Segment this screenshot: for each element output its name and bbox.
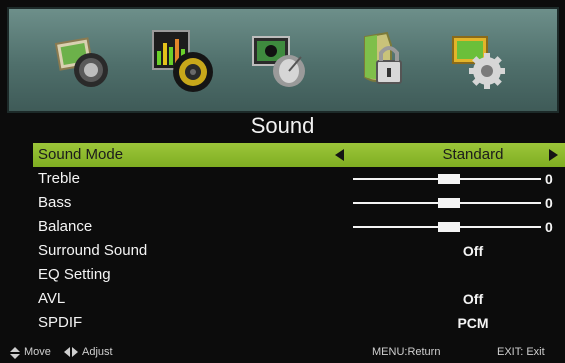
- menu-item-label: Bass: [38, 194, 72, 211]
- hint-adjust: Adjust: [82, 346, 113, 358]
- menu-item-bass[interactable]: Bass 0: [33, 191, 565, 215]
- menu-item-sound-mode[interactable]: Sound Mode Standard: [33, 143, 565, 167]
- menu-item-surround-sound[interactable]: Surround Sound Off: [33, 239, 565, 263]
- sound-icon[interactable]: [149, 27, 219, 97]
- menu-icon-bar: [7, 7, 559, 113]
- balance-slider-knob[interactable]: [438, 222, 460, 232]
- surround-value: Off: [462, 243, 484, 259]
- page-title: Sound: [0, 113, 565, 139]
- menu-item-label: Treble: [38, 170, 80, 187]
- sound-menu-list: Sound Mode Standard Treble 0 Bass 0 Bala…: [33, 143, 565, 335]
- menu-item-balance[interactable]: Balance 0: [33, 215, 565, 239]
- left-right-arrow-icon: [64, 347, 78, 357]
- menu-item-treble[interactable]: Treble 0: [33, 167, 565, 191]
- sound-mode-value: Standard: [442, 146, 504, 163]
- hint-bar: Move Adjust MENU:Return EXIT: Exit: [0, 343, 565, 363]
- menu-item-label: AVL: [38, 290, 66, 307]
- arrow-right-icon[interactable]: [549, 149, 558, 161]
- arrow-left-icon[interactable]: [335, 149, 344, 161]
- menu-item-spdif[interactable]: SPDIF PCM: [33, 311, 565, 335]
- menu-item-label: Sound Mode: [38, 146, 124, 163]
- treble-value: 0: [545, 171, 553, 187]
- menu-item-eq-setting[interactable]: EQ Setting: [33, 263, 565, 287]
- menu-item-label: Balance: [38, 218, 93, 235]
- lock-icon[interactable]: [351, 31, 413, 93]
- avl-value: Off: [462, 291, 484, 307]
- bass-value: 0: [545, 195, 553, 211]
- setup-icon[interactable]: [449, 31, 511, 93]
- picture-icon[interactable]: [52, 31, 114, 93]
- tv-osd-menu: Sound Sound Mode Standard Treble 0 Bass …: [0, 0, 565, 363]
- menu-item-label: SPDIF: [38, 314, 83, 331]
- balance-value: 0: [545, 219, 553, 235]
- menu-item-label: EQ Setting: [38, 266, 111, 283]
- channel-icon[interactable]: [249, 31, 311, 93]
- hint-move: Move: [24, 346, 51, 358]
- up-down-arrow-icon: [10, 347, 20, 360]
- menu-item-avl[interactable]: AVL Off: [33, 287, 565, 311]
- hint-menu-return: MENU:Return: [372, 346, 441, 358]
- bass-slider-knob[interactable]: [438, 198, 460, 208]
- menu-item-label: Surround Sound: [38, 242, 148, 259]
- hint-exit: EXIT: Exit: [497, 346, 545, 358]
- spdif-value: PCM: [457, 315, 489, 331]
- treble-slider-knob[interactable]: [438, 174, 460, 184]
